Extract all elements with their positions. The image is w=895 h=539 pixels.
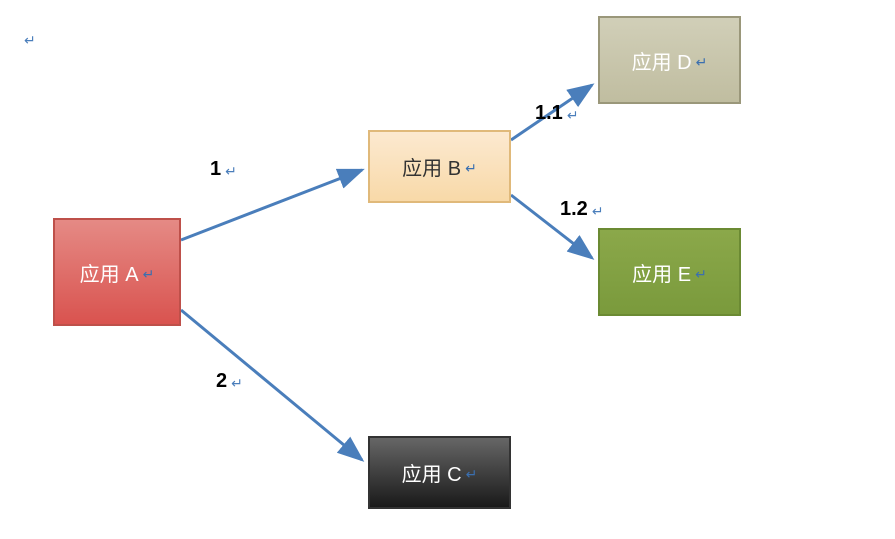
node-app-c[interactable]: 应用 C ↵ bbox=[368, 436, 511, 509]
node-d-label: 应用 D ↵ bbox=[632, 46, 708, 75]
node-e-text: 应用 E bbox=[632, 258, 691, 287]
return-mark: ↵ bbox=[466, 466, 478, 483]
node-c-text: 应用 C bbox=[402, 458, 462, 487]
edge-a-b bbox=[181, 170, 362, 240]
node-d-text: 应用 D bbox=[632, 46, 692, 75]
node-a-text: 应用 A bbox=[80, 258, 139, 287]
edge-bd-text: 1.1 bbox=[535, 102, 563, 125]
return-mark: ↵ bbox=[143, 266, 155, 283]
edge-ab-text: 1 bbox=[210, 158, 221, 181]
return-mark: ↵ bbox=[696, 54, 708, 71]
return-mark: ↵ bbox=[592, 203, 604, 220]
node-app-e[interactable]: 应用 E ↵ bbox=[598, 228, 741, 316]
edge-label-ac: 2 ↵ bbox=[216, 370, 243, 393]
paragraph-mark: ↵ bbox=[24, 32, 36, 49]
node-app-d[interactable]: 应用 D ↵ bbox=[598, 16, 741, 104]
edge-ac-text: 2 bbox=[216, 370, 227, 393]
edge-label-ab: 1 ↵ bbox=[210, 158, 237, 181]
edge-label-be: 1.2 ↵ bbox=[560, 198, 604, 221]
return-mark: ↵ bbox=[567, 107, 579, 124]
return-mark: ↵ bbox=[225, 163, 237, 180]
node-a-label: 应用 A ↵ bbox=[80, 258, 155, 287]
node-b-text: 应用 B bbox=[402, 152, 461, 181]
return-mark: ↵ bbox=[465, 160, 477, 177]
return-mark: ↵ bbox=[231, 375, 243, 392]
edge-a-c bbox=[181, 310, 362, 460]
node-c-label: 应用 C ↵ bbox=[402, 458, 478, 487]
node-b-label: 应用 B ↵ bbox=[402, 152, 477, 181]
edge-label-bd: 1.1 ↵ bbox=[535, 102, 579, 125]
edge-be-text: 1.2 bbox=[560, 198, 588, 221]
node-e-label: 应用 E ↵ bbox=[632, 258, 707, 287]
node-app-a[interactable]: 应用 A ↵ bbox=[53, 218, 181, 326]
node-app-b[interactable]: 应用 B ↵ bbox=[368, 130, 511, 203]
return-mark: ↵ bbox=[695, 266, 707, 283]
